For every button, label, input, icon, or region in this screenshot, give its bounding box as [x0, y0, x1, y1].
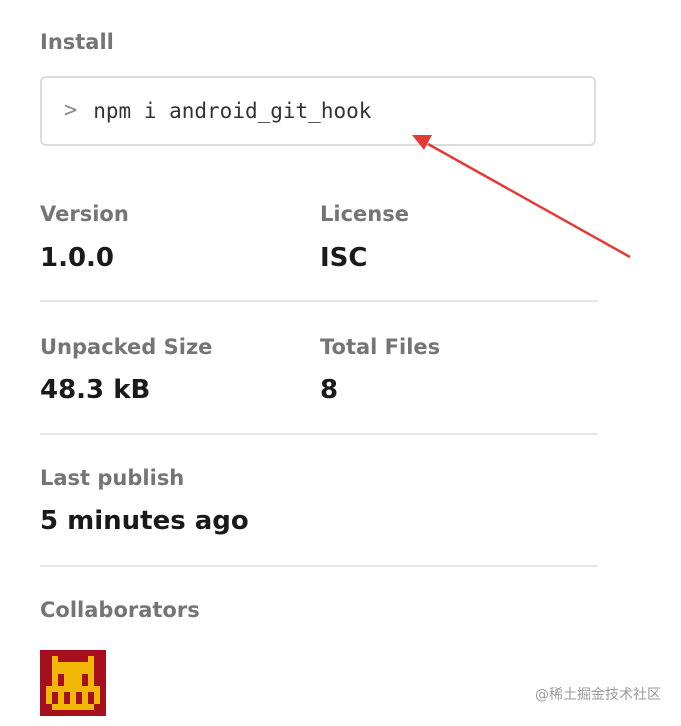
install-command-text[interactable]: npm i android_git_hook — [93, 99, 371, 123]
install-command-box[interactable]: > npm i android_git_hook — [40, 76, 596, 146]
last-publish-value: 5 minutes ago — [40, 506, 249, 536]
collaborators-label: Collaborators — [40, 598, 200, 622]
install-label: Install — [40, 30, 114, 54]
chevron-right-icon: > — [64, 98, 78, 123]
unpacked-size-value: 48.3 kB — [40, 375, 151, 405]
last-publish-label: Last publish — [40, 466, 185, 490]
divider — [40, 433, 598, 435]
divider — [40, 300, 598, 302]
total-files-value: 8 — [320, 375, 339, 405]
license-value: ISC — [320, 243, 368, 273]
collaborator-avatar[interactable] — [40, 650, 106, 716]
unpacked-size-label: Unpacked Size — [40, 335, 213, 359]
version-label: Version — [40, 202, 129, 226]
total-files-label: Total Files — [320, 335, 441, 359]
pixel-avatar-icon — [40, 650, 106, 716]
version-value: 1.0.0 — [40, 243, 115, 273]
divider — [40, 565, 598, 567]
license-label: License — [320, 202, 409, 226]
watermark: @稀土掘金技术社区 — [535, 687, 661, 703]
